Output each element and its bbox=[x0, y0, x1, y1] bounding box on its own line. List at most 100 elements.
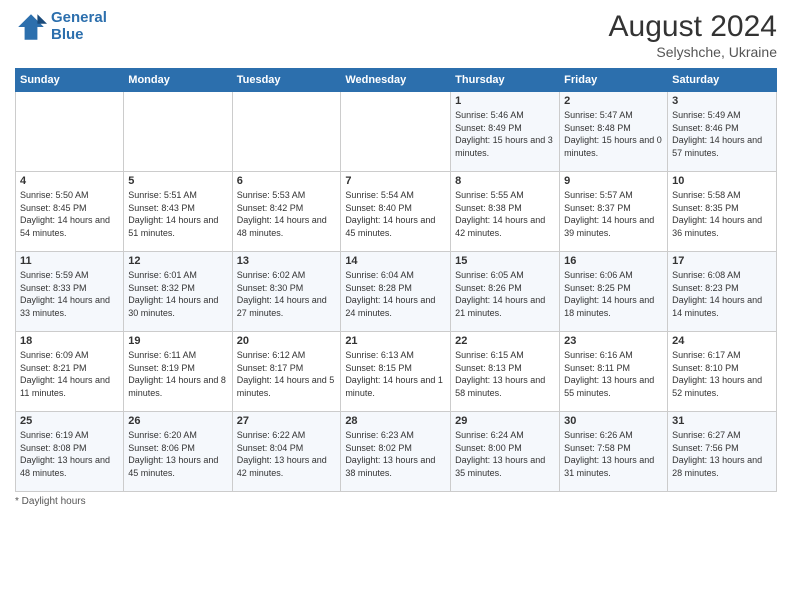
day-cell: 24Sunrise: 6:17 AM Sunset: 8:10 PM Dayli… bbox=[668, 332, 777, 412]
header-row: Sunday Monday Tuesday Wednesday Thursday… bbox=[16, 69, 777, 92]
day-cell: 16 Sunrise: 6:06 AM Sunset: 8:25 PM Dayli… bbox=[560, 252, 668, 332]
day-cell: 3 Sunrise: 5:49 AM Sunset: 8:46 PM Daylig… bbox=[668, 92, 777, 172]
day-info: Sunrise: 6:06 AM Sunset: 8:25 PM Dayligh… bbox=[564, 269, 663, 319]
day-number: 18 bbox=[20, 335, 119, 347]
day-cell: 1 Sunrise: 5:46 AM Sunset: 8:49 PM Daylig… bbox=[451, 92, 560, 172]
day-number: 23 bbox=[564, 335, 663, 347]
day-info: Sunrise: 6:15 AM Sunset: 8:13 PM Dayligh… bbox=[455, 349, 555, 399]
day-number: 9 bbox=[564, 175, 663, 187]
day-cell: 28 Sunrise: 6:23 AM Sunset: 8:02 PM Dayli… bbox=[341, 412, 451, 492]
day-info: Sunrise: 5:47 AM Sunset: 8:48 PM Dayligh… bbox=[564, 109, 663, 159]
logo-icon bbox=[15, 11, 47, 43]
week-row-2: 4Sunrise: 5:50 AM Sunset: 8:45 PM Daylig… bbox=[16, 172, 777, 252]
day-cell: 6 Sunrise: 5:53 AM Sunset: 8:42 PM Daylig… bbox=[232, 172, 341, 252]
day-cell: 13 Sunrise: 6:02 AM Sunset: 8:30 PM Dayli… bbox=[232, 252, 341, 332]
day-cell: 30 Sunrise: 6:26 AM Sunset: 7:58 PM Dayli… bbox=[560, 412, 668, 492]
day-info: Sunrise: 5:54 AM Sunset: 8:40 PM Dayligh… bbox=[345, 189, 446, 239]
day-info: Sunrise: 6:09 AM Sunset: 8:21 PM Dayligh… bbox=[20, 349, 119, 399]
day-number: 31 bbox=[672, 415, 772, 427]
day-number: 15 bbox=[455, 255, 555, 267]
day-info: Sunrise: 6:11 AM Sunset: 8:19 PM Dayligh… bbox=[128, 349, 227, 399]
week-row-3: 11Sunrise: 5:59 AM Sunset: 8:33 PM Dayli… bbox=[16, 252, 777, 332]
day-number: 22 bbox=[455, 335, 555, 347]
day-cell: 31 Sunrise: 6:27 AM Sunset: 7:56 PM Dayli… bbox=[668, 412, 777, 492]
day-cell: 22 Sunrise: 6:15 AM Sunset: 8:13 PM Dayli… bbox=[451, 332, 560, 412]
day-number: 13 bbox=[237, 255, 337, 267]
week-row-5: 25Sunrise: 6:19 AM Sunset: 8:08 PM Dayli… bbox=[16, 412, 777, 492]
month-year: August 2024 bbox=[609, 10, 777, 44]
day-cell: 29Sunrise: 6:24 AM Sunset: 8:00 PM Dayli… bbox=[451, 412, 560, 492]
day-info: Sunrise: 5:51 AM Sunset: 8:43 PM Dayligh… bbox=[128, 189, 227, 239]
day-number: 6 bbox=[237, 175, 337, 187]
day-cell: 11Sunrise: 5:59 AM Sunset: 8:33 PM Dayli… bbox=[16, 252, 124, 332]
day-number: 17 bbox=[672, 255, 772, 267]
day-info: Sunrise: 6:01 AM Sunset: 8:32 PM Dayligh… bbox=[128, 269, 227, 319]
day-cell: 4Sunrise: 5:50 AM Sunset: 8:45 PM Daylig… bbox=[16, 172, 124, 252]
day-info: Sunrise: 6:08 AM Sunset: 8:23 PM Dayligh… bbox=[672, 269, 772, 319]
day-cell bbox=[341, 92, 451, 172]
day-cell: 2Sunrise: 5:47 AM Sunset: 8:48 PM Daylig… bbox=[560, 92, 668, 172]
week-row-1: 1 Sunrise: 5:46 AM Sunset: 8:49 PM Daylig… bbox=[16, 92, 777, 172]
day-cell: 10 Sunrise: 5:58 AM Sunset: 8:35 PM Dayli… bbox=[668, 172, 777, 252]
day-info: Sunrise: 5:53 AM Sunset: 8:42 PM Dayligh… bbox=[237, 189, 337, 239]
day-cell: 8 Sunrise: 5:55 AM Sunset: 8:38 PM Daylig… bbox=[451, 172, 560, 252]
day-info: Sunrise: 5:46 AM Sunset: 8:49 PM Dayligh… bbox=[455, 109, 555, 159]
day-number: 7 bbox=[345, 175, 446, 187]
col-friday: Friday bbox=[560, 69, 668, 92]
day-info: Sunrise: 6:19 AM Sunset: 8:08 PM Dayligh… bbox=[20, 429, 119, 479]
day-number: 30 bbox=[564, 415, 663, 427]
day-info: Sunrise: 6:20 AM Sunset: 8:06 PM Dayligh… bbox=[128, 429, 227, 479]
day-info: Sunrise: 6:04 AM Sunset: 8:28 PM Dayligh… bbox=[345, 269, 446, 319]
day-number: 28 bbox=[345, 415, 446, 427]
day-cell: 18 Sunrise: 6:09 AM Sunset: 8:21 PM Dayli… bbox=[16, 332, 124, 412]
day-info: Sunrise: 6:13 AM Sunset: 8:15 PM Dayligh… bbox=[345, 349, 446, 399]
col-saturday: Saturday bbox=[668, 69, 777, 92]
day-cell: 25Sunrise: 6:19 AM Sunset: 8:08 PM Dayli… bbox=[16, 412, 124, 492]
day-number: 16 bbox=[564, 255, 663, 267]
day-info: Sunrise: 6:05 AM Sunset: 8:26 PM Dayligh… bbox=[455, 269, 555, 319]
logo: General Blue bbox=[15, 10, 107, 43]
day-number: 27 bbox=[237, 415, 337, 427]
day-info: Sunrise: 5:50 AM Sunset: 8:45 PM Dayligh… bbox=[20, 189, 119, 239]
day-number: 19 bbox=[128, 335, 227, 347]
footer-note: * Daylight hours bbox=[15, 496, 777, 507]
week-row-4: 18 Sunrise: 6:09 AM Sunset: 8:21 PM Dayli… bbox=[16, 332, 777, 412]
day-cell: 19 Sunrise: 6:11 AM Sunset: 8:19 PM Dayli… bbox=[124, 332, 232, 412]
day-number: 21 bbox=[345, 335, 446, 347]
day-info: Sunrise: 6:22 AM Sunset: 8:04 PM Dayligh… bbox=[237, 429, 337, 479]
day-cell: 23Sunrise: 6:16 AM Sunset: 8:11 PM Dayli… bbox=[560, 332, 668, 412]
day-number: 29 bbox=[455, 415, 555, 427]
calendar-table: Sunday Monday Tuesday Wednesday Thursday… bbox=[15, 68, 777, 492]
day-number: 10 bbox=[672, 175, 772, 187]
day-info: Sunrise: 5:58 AM Sunset: 8:35 PM Dayligh… bbox=[672, 189, 772, 239]
day-cell: 15 Sunrise: 6:05 AM Sunset: 8:26 PM Dayli… bbox=[451, 252, 560, 332]
day-info: Sunrise: 6:27 AM Sunset: 7:56 PM Dayligh… bbox=[672, 429, 772, 479]
day-cell: 9Sunrise: 5:57 AM Sunset: 8:37 PM Daylig… bbox=[560, 172, 668, 252]
day-number: 3 bbox=[672, 95, 772, 107]
day-info: Sunrise: 6:23 AM Sunset: 8:02 PM Dayligh… bbox=[345, 429, 446, 479]
col-thursday: Thursday bbox=[451, 69, 560, 92]
day-number: 26 bbox=[128, 415, 227, 427]
day-number: 5 bbox=[128, 175, 227, 187]
col-sunday: Sunday bbox=[16, 69, 124, 92]
day-number: 1 bbox=[455, 95, 555, 107]
day-info: Sunrise: 5:49 AM Sunset: 8:46 PM Dayligh… bbox=[672, 109, 772, 159]
day-cell bbox=[232, 92, 341, 172]
day-cell bbox=[16, 92, 124, 172]
day-info: Sunrise: 6:12 AM Sunset: 8:17 PM Dayligh… bbox=[237, 349, 337, 399]
day-cell: 20 Sunrise: 6:12 AM Sunset: 8:17 PM Dayli… bbox=[232, 332, 341, 412]
day-number: 20 bbox=[237, 335, 337, 347]
day-cell: 27 Sunrise: 6:22 AM Sunset: 8:04 PM Dayli… bbox=[232, 412, 341, 492]
location: Selyshche, Ukraine bbox=[609, 44, 777, 60]
day-info: Sunrise: 6:02 AM Sunset: 8:30 PM Dayligh… bbox=[237, 269, 337, 319]
day-info: Sunrise: 6:17 AM Sunset: 8:10 PM Dayligh… bbox=[672, 349, 772, 399]
day-number: 12 bbox=[128, 255, 227, 267]
day-info: Sunrise: 5:55 AM Sunset: 8:38 PM Dayligh… bbox=[455, 189, 555, 239]
day-number: 14 bbox=[345, 255, 446, 267]
day-cell: 14 Sunrise: 6:04 AM Sunset: 8:28 PM Dayli… bbox=[341, 252, 451, 332]
day-cell: 12 Sunrise: 6:01 AM Sunset: 8:32 PM Dayli… bbox=[124, 252, 232, 332]
day-info: Sunrise: 6:26 AM Sunset: 7:58 PM Dayligh… bbox=[564, 429, 663, 479]
day-number: 8 bbox=[455, 175, 555, 187]
day-number: 11 bbox=[20, 255, 119, 267]
day-cell: 5 Sunrise: 5:51 AM Sunset: 8:43 PM Daylig… bbox=[124, 172, 232, 252]
